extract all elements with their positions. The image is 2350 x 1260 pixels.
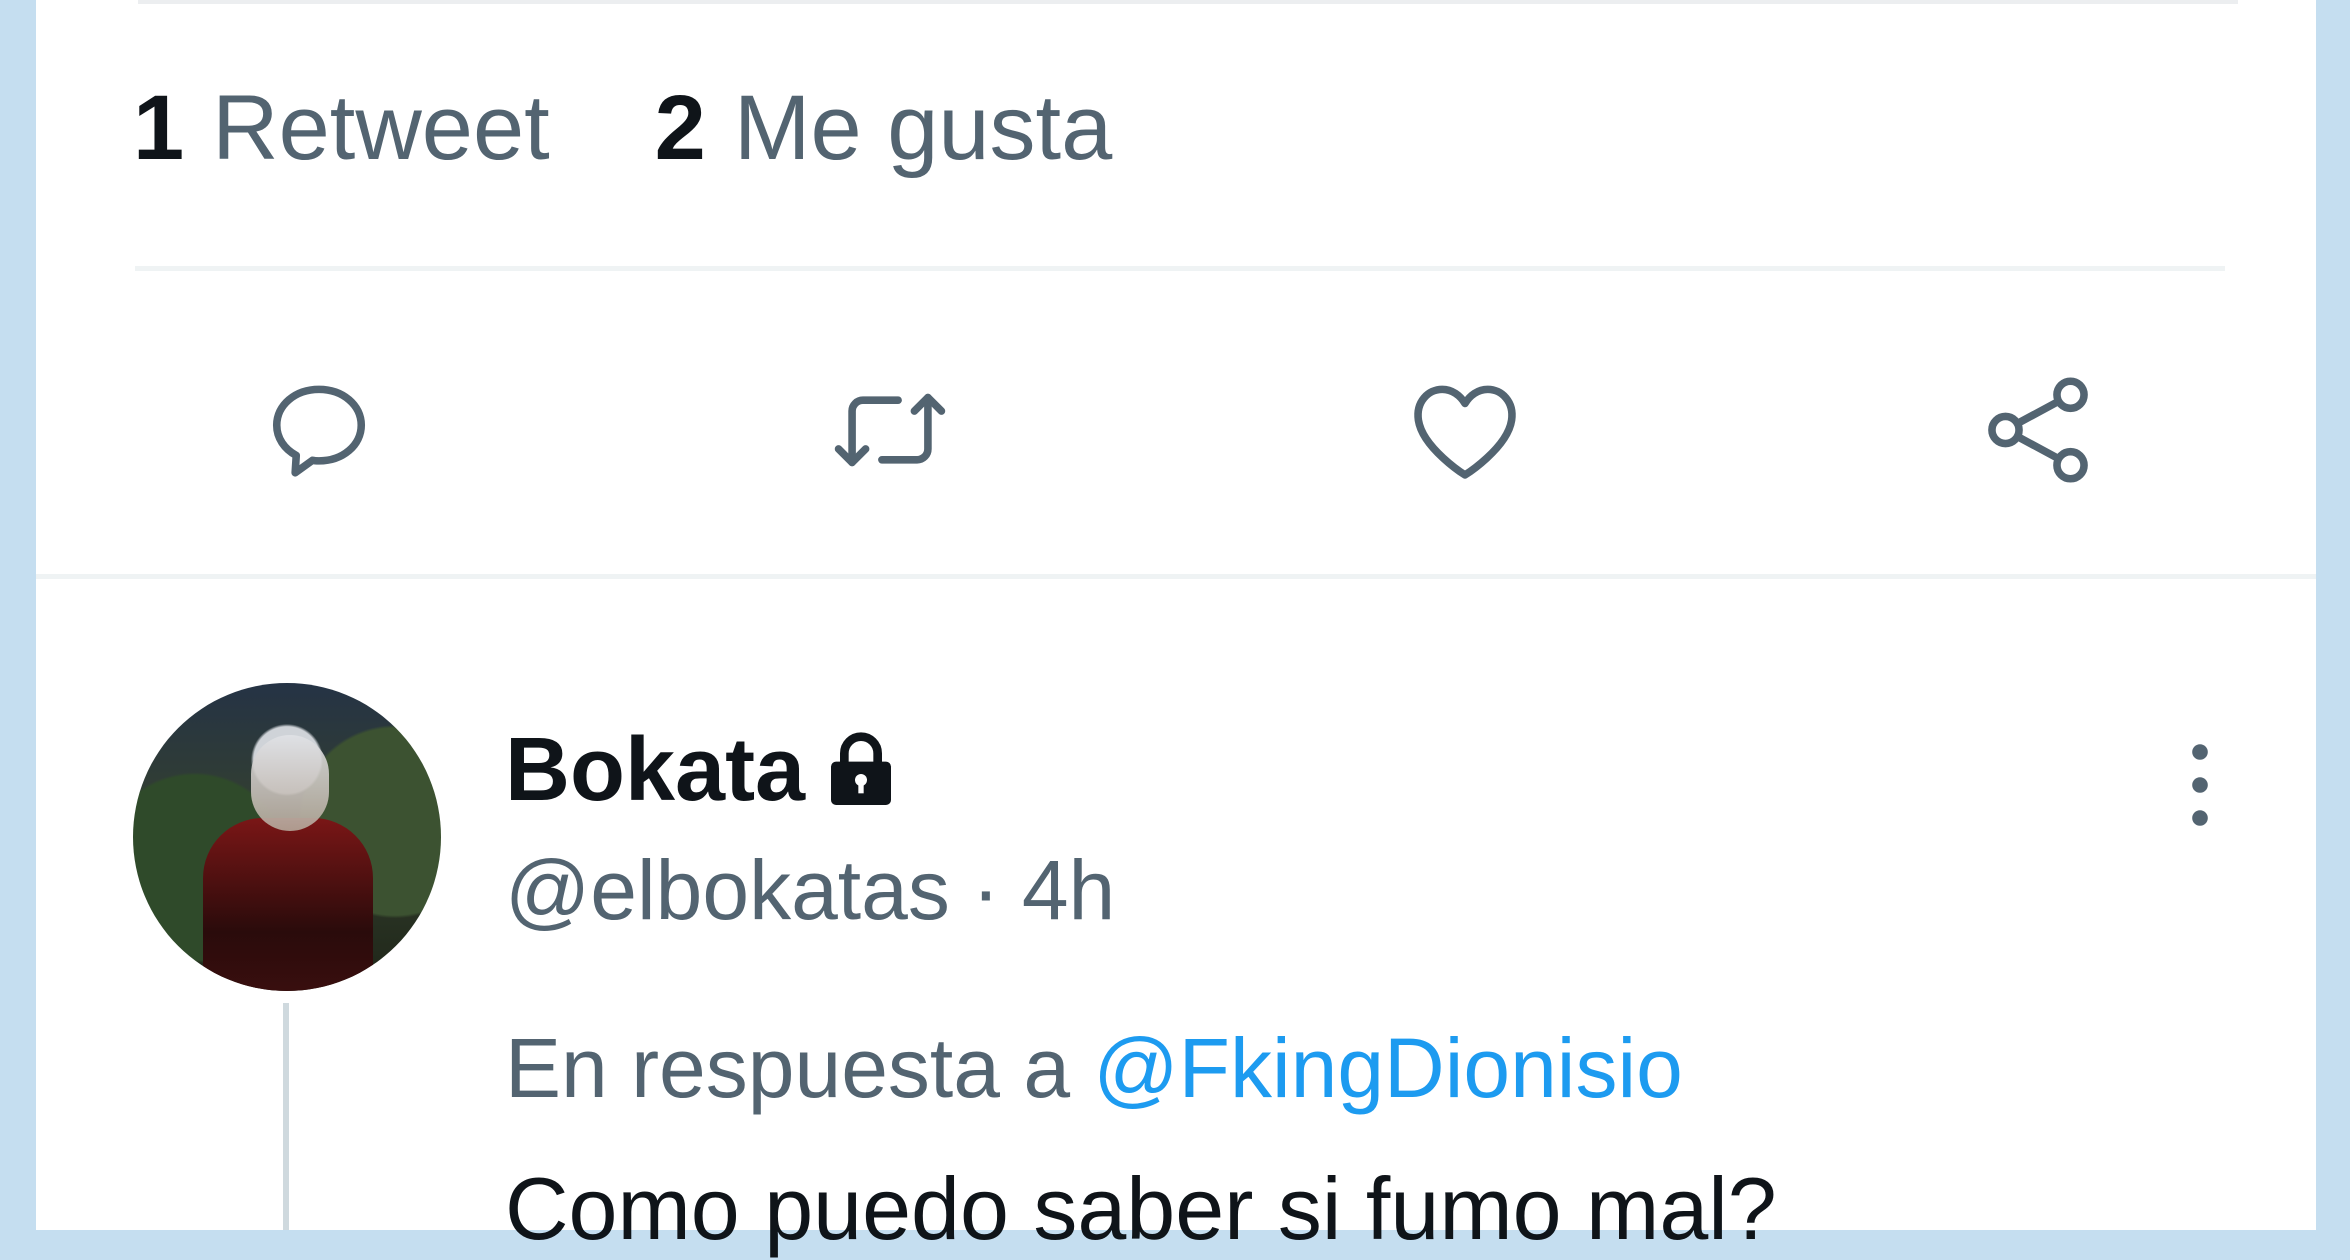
- like-button[interactable]: [1400, 365, 1530, 495]
- reply-button[interactable]: [254, 365, 384, 495]
- meta-separator: ·: [971, 842, 1000, 937]
- tweet-stats: 1 Retweet 2 Me gusta: [133, 78, 1217, 178]
- more-options-button[interactable]: [2150, 735, 2250, 835]
- likes-count: 2: [654, 77, 706, 179]
- stats-divider: [135, 266, 2225, 271]
- share-icon: [1988, 377, 2088, 483]
- retweets-count: 1: [133, 77, 185, 179]
- retweet-button[interactable]: [825, 365, 955, 495]
- reply-icon: [272, 385, 366, 477]
- tweet-divider: [36, 574, 2316, 579]
- display-name: Bokata: [505, 719, 806, 820]
- avatar[interactable]: [133, 683, 441, 991]
- retweets-label: Retweet: [212, 77, 550, 179]
- tweet-text: Como puedo saber si fumo mal?: [505, 1159, 1777, 1258]
- avatar-head: [251, 735, 329, 831]
- lock-icon: [831, 732, 892, 805]
- retweets-stat[interactable]: 1 Retweet: [133, 82, 550, 174]
- likes-label: Me gusta: [733, 77, 1113, 179]
- timestamp[interactable]: 4h: [1022, 842, 1115, 939]
- username[interactable]: @elbokatas: [505, 842, 950, 939]
- more-vertical-icon: [2192, 744, 2208, 826]
- author-meta: @elbokatas · 4h: [505, 840, 1115, 940]
- likes-stat[interactable]: 2 Me gusta: [655, 82, 1113, 174]
- share-button[interactable]: [1973, 365, 2103, 495]
- reply-prefix: En respuesta a: [505, 1021, 1071, 1115]
- retweet-icon: [834, 393, 946, 467]
- author-name-row[interactable]: Bokata: [505, 720, 901, 820]
- mention-link[interactable]: @FkingDionisio: [1093, 1021, 1682, 1115]
- heart-icon: [1414, 385, 1516, 479]
- thread-line: [283, 1003, 289, 1230]
- avatar-figure: [203, 818, 373, 991]
- reply-context: En respuesta a @FkingDionisio: [505, 1020, 1683, 1117]
- top-divider: [138, 0, 2238, 4]
